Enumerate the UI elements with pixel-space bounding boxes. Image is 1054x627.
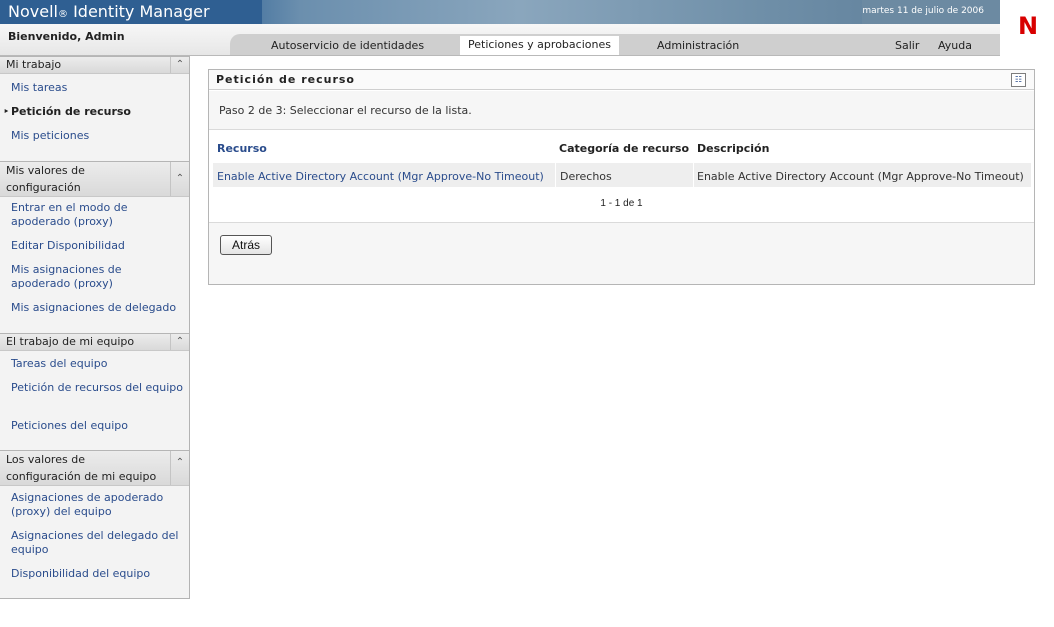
pagination-text: 1 - 1 de 1 bbox=[600, 198, 643, 209]
sidebar-item-label: Petición de recurso bbox=[11, 105, 131, 118]
brand-name: Novell bbox=[8, 2, 58, 21]
section-title-line2: configuración bbox=[6, 181, 81, 194]
collapse-icon[interactable]: ⌃ bbox=[170, 334, 189, 350]
section-title: El trabajo de mi equipo bbox=[6, 335, 135, 348]
column-header-categoria: Categoría de recurso bbox=[559, 142, 690, 155]
section-trabajo-equipo[interactable]: El trabajo de mi equipo ⌃ bbox=[0, 333, 189, 351]
collapse-icon[interactable]: ⌃ bbox=[170, 57, 189, 73]
tab-administracion[interactable]: Administración bbox=[657, 38, 739, 56]
section-mi-trabajo[interactable]: Mi trabajo ⌃ bbox=[0, 56, 189, 74]
cell-resource-link[interactable]: Enable Active Directory Account (Mgr App… bbox=[217, 170, 544, 183]
section-mis-valores[interactable]: Mis valores de configuración ⌃ bbox=[0, 161, 189, 197]
table-row[interactable]: Enable Active Directory Account (Mgr App… bbox=[213, 163, 1031, 187]
sidebar-item-peticion-recursos-equipo[interactable]: Petición de recursos del equipo bbox=[11, 381, 183, 395]
sidebar-item-apoderado-equipo[interactable]: Asignaciones de apoderado (proxy) del eq… bbox=[11, 491, 183, 519]
sidebar-item-mis-peticiones[interactable]: Mis peticiones bbox=[11, 129, 183, 143]
sidebar-item-mis-tareas[interactable]: Mis tareas bbox=[11, 81, 183, 95]
sidebar-item-modo-apoderado[interactable]: Entrar en el modo de apoderado (proxy) bbox=[11, 201, 183, 229]
column-header-recurso[interactable]: Recurso bbox=[217, 142, 267, 155]
welcome-text: Bienvenido, Admin bbox=[8, 30, 125, 43]
section-title-line2: configuración de mi equipo bbox=[6, 470, 157, 483]
back-button[interactable]: Atrás bbox=[220, 235, 272, 255]
section-title: Mi trabajo bbox=[6, 58, 62, 71]
tab-autoservicio[interactable]: Autoservicio de identidades bbox=[271, 38, 424, 56]
step-instruction: Paso 2 de 3: Seleccionar el recurso de l… bbox=[219, 104, 472, 117]
sidebar: Mi trabajo ⌃ Mis tareas ‣ Petición de rec… bbox=[0, 56, 190, 599]
collapse-icon[interactable]: ⌃ bbox=[170, 451, 189, 485]
help-link[interactable]: Ayuda bbox=[938, 38, 972, 56]
novell-logo-icon: N bbox=[1018, 12, 1039, 40]
header-date: martes 11 de julio de 2006 bbox=[862, 0, 1000, 24]
section-valores-equipo[interactable]: Los valores de configuración de mi equip… bbox=[0, 450, 189, 486]
column-header-descripcion: Descripción bbox=[697, 142, 770, 155]
sidebar-item-peticion-de-recurso[interactable]: ‣ Petición de recurso bbox=[3, 105, 183, 119]
app-title: Novell® Identity Manager bbox=[0, 0, 262, 24]
resource-request-panel: Petición de recurso ☷ Paso 2 de 3: Selec… bbox=[208, 69, 1035, 285]
sidebar-item-disponibilidad-equipo[interactable]: Disponibilidad del equipo bbox=[11, 567, 183, 581]
panel-options-icon[interactable]: ☷ bbox=[1011, 73, 1026, 87]
collapse-icon[interactable]: ⌃ bbox=[170, 162, 189, 196]
panel-body: Paso 2 de 3: Seleccionar el recurso de l… bbox=[209, 91, 1034, 284]
panel-header: Petición de recurso ☷ bbox=[209, 70, 1034, 90]
sidebar-item-asignaciones-apoderado[interactable]: Mis asignaciones de apoderado (proxy) bbox=[11, 263, 183, 291]
sidebar-item-peticiones-equipo[interactable]: Peticiones del equipo bbox=[11, 419, 183, 433]
current-marker-icon: ‣ bbox=[3, 105, 10, 118]
sidebar-item-tareas-equipo[interactable]: Tareas del equipo bbox=[11, 357, 183, 371]
section-title-line1: Los valores de bbox=[6, 453, 85, 466]
cell-description: Enable Active Directory Account (Mgr App… bbox=[697, 170, 1024, 183]
product-name: Identity Manager bbox=[73, 2, 210, 21]
sidebar-item-delegado-equipo[interactable]: Asignaciones del delegado del equipo bbox=[11, 529, 183, 557]
cell-category: Derechos bbox=[560, 170, 612, 183]
cell-divider bbox=[555, 163, 556, 187]
registered-mark: ® bbox=[57, 9, 68, 20]
section-title-line1: Mis valores de bbox=[6, 164, 85, 177]
sidebar-item-asignaciones-delegado[interactable]: Mis asignaciones de delegado bbox=[11, 301, 183, 315]
tab-peticiones[interactable]: Peticiones y aprobaciones bbox=[460, 36, 619, 56]
results-table: Recurso Categoría de recurso Descripción… bbox=[209, 129, 1034, 223]
panel-title: Petición de recurso bbox=[216, 73, 355, 86]
cell-divider bbox=[693, 163, 694, 187]
logout-link[interactable]: Salir bbox=[895, 38, 919, 56]
sidebar-item-editar-disponibilidad[interactable]: Editar Disponibilidad bbox=[11, 239, 183, 253]
